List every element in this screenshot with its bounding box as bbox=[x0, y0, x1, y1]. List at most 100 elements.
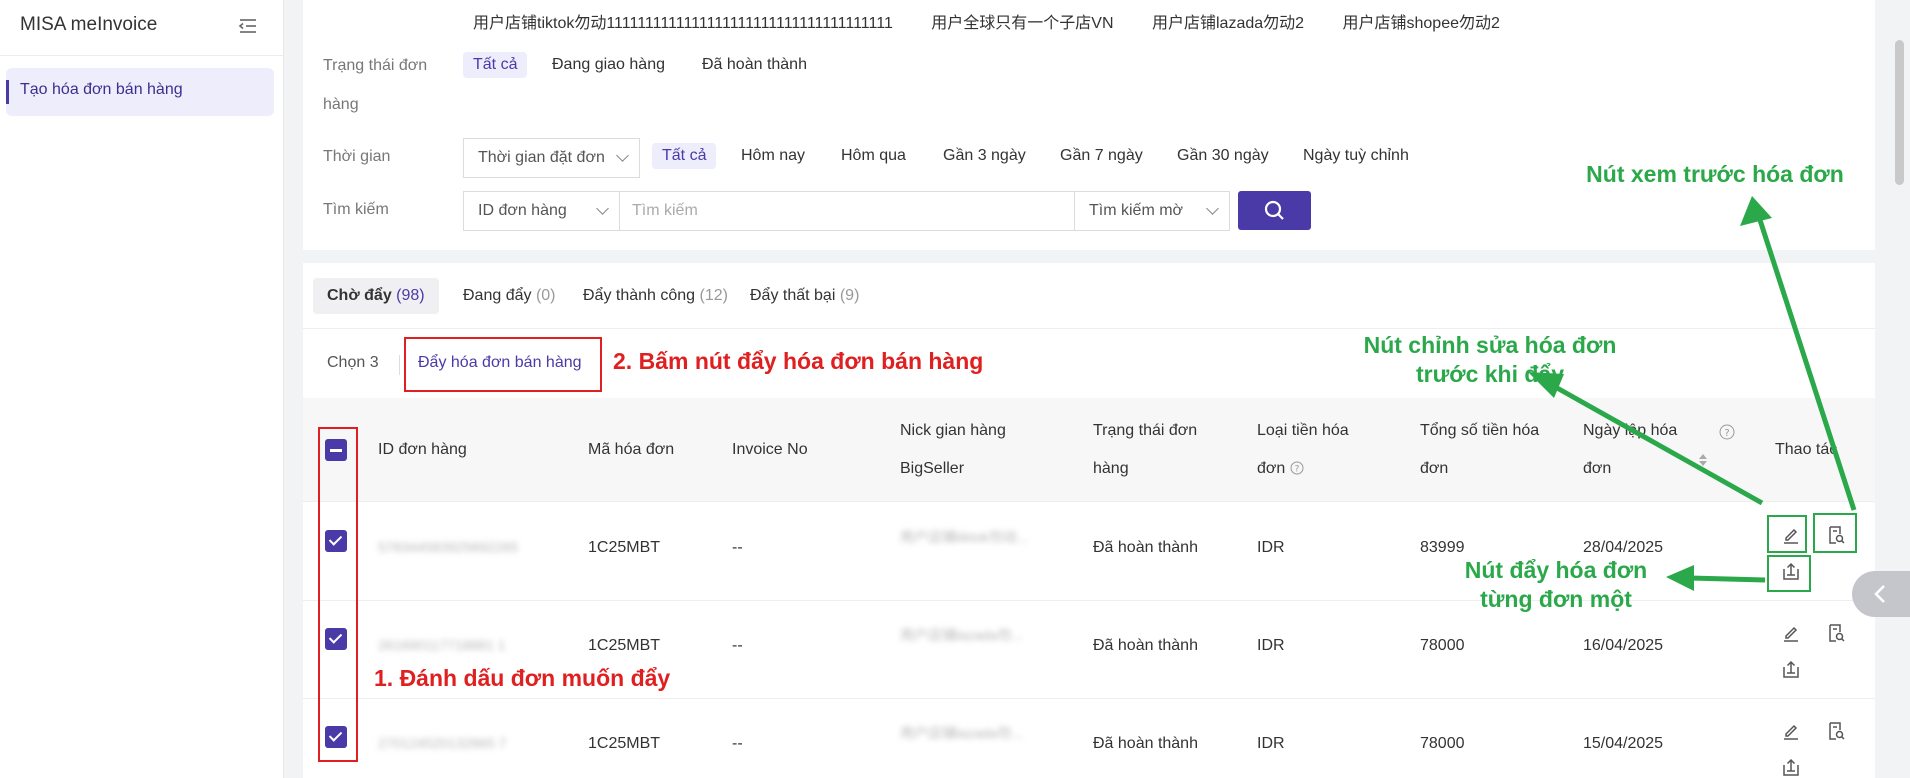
tab-count: (0) bbox=[535, 287, 556, 304]
col-currency-line2: đơn bbox=[1257, 460, 1286, 477]
tab-success[interactable]: Đẩy thành công (12) bbox=[569, 278, 742, 314]
tab-pushing[interactable]: Đang đẩy (0) bbox=[449, 278, 570, 314]
tab-label: Đang đẩy bbox=[463, 287, 532, 304]
search-field-select[interactable]: ID đơn hàng bbox=[463, 191, 620, 231]
tab-failed[interactable]: Đẩy thất bại (9) bbox=[736, 278, 873, 314]
invoice-total: 83999 bbox=[1420, 539, 1465, 556]
push-single-icon[interactable] bbox=[1780, 756, 1802, 778]
help-icon[interactable]: ? bbox=[1719, 424, 1735, 440]
col-status-line2: hàng bbox=[1093, 460, 1129, 477]
time-option-7days[interactable]: Gần 7 ngày bbox=[1050, 143, 1153, 169]
search-mode-select[interactable]: Tìm kiếm mờ bbox=[1074, 191, 1230, 231]
search-input[interactable]: Tìm kiếm bbox=[619, 191, 1075, 231]
col-invoice-no: Invoice No bbox=[732, 441, 808, 458]
col-total-line1: Tổng số tiền hóa bbox=[1420, 422, 1540, 439]
help-icon[interactable]: ? bbox=[1290, 461, 1304, 475]
col-date: Ngày lập hóa đơn bbox=[1583, 412, 1677, 488]
sort-icon[interactable] bbox=[1698, 452, 1708, 468]
shop-nick: 用户店铺lazada勿... bbox=[900, 725, 1023, 741]
col-nick: Nick gian hàng BigSeller bbox=[900, 412, 1006, 488]
status-filter-label: Trạng thái đơn bbox=[323, 57, 428, 74]
status-tabs: Chờ đẩy (98) Đang đẩy (0) Đẩy thành công… bbox=[303, 263, 1875, 329]
svg-text:?: ? bbox=[1724, 428, 1729, 439]
col-invoice-code: Mã hóa đơn bbox=[588, 441, 675, 458]
edit-icon[interactable] bbox=[1780, 622, 1802, 644]
annotation-push-single-highlight bbox=[1767, 555, 1811, 592]
invoice-total: 78000 bbox=[1420, 637, 1465, 654]
col-currency-line1: Loại tiền hóa bbox=[1257, 422, 1349, 439]
tab-count: (98) bbox=[396, 287, 425, 304]
invoice-code: 1C25MBT bbox=[588, 735, 661, 752]
col-date-line1: Ngày lập hóa bbox=[1583, 422, 1678, 439]
shop-chip[interactable]: 用户店铺shopee勿动2 bbox=[1343, 15, 1500, 32]
time-option-all[interactable]: Tất cả bbox=[652, 143, 717, 169]
tab-label: Đẩy thành công bbox=[583, 287, 696, 304]
col-nick-line2: BigSeller bbox=[900, 460, 965, 477]
chevron-left-icon bbox=[1874, 585, 1885, 603]
tab-waiting[interactable]: Chờ đẩy (98) bbox=[313, 278, 439, 314]
shop-chip[interactable]: 用户店铺tiktok勿动1111111111111111111111111111… bbox=[473, 15, 893, 32]
filter-panel: 用户店铺tiktok勿动1111111111111111111111111111… bbox=[303, 0, 1875, 250]
collapse-menu-icon[interactable] bbox=[234, 14, 262, 38]
annotation-step2: 2. Bấm nút đẩy hóa đơn bán hàng bbox=[613, 348, 984, 374]
currency: IDR bbox=[1257, 735, 1285, 752]
chevron-down-icon bbox=[616, 149, 629, 162]
preview-icon[interactable] bbox=[1825, 622, 1847, 644]
annotation-push-single-line1: Nút đẩy hóa đơn bbox=[1464, 557, 1648, 583]
col-currency: Loại tiền hóa đơn ? bbox=[1257, 412, 1349, 488]
sidebar: MISA meInvoice Tạo hóa đơn bán hàng bbox=[0, 0, 284, 778]
annotation-push-single-note: Nút đẩy hóa đơn từng đơn một bbox=[1406, 556, 1706, 614]
invoice-date: 28/04/2025 bbox=[1583, 539, 1664, 556]
time-option-yesterday[interactable]: Hôm qua bbox=[831, 143, 916, 169]
order-id: 270124520132865 7 bbox=[378, 735, 507, 751]
tab-count: (12) bbox=[699, 287, 728, 304]
status-option-all[interactable]: Tất cả bbox=[463, 52, 528, 78]
side-panel-toggle[interactable] bbox=[1852, 571, 1910, 617]
annotation-push-button-highlight bbox=[404, 337, 602, 392]
time-option-today[interactable]: Hôm nay bbox=[731, 143, 815, 169]
order-id: 261690117718881 1 bbox=[378, 637, 506, 653]
search-button[interactable] bbox=[1238, 191, 1311, 230]
shop-chip[interactable]: 用户全球只有一个子店VN bbox=[931, 15, 1113, 32]
annotation-preview-highlight bbox=[1813, 513, 1857, 553]
col-order-id: ID đơn hàng bbox=[378, 441, 467, 458]
sidebar-divider bbox=[0, 55, 284, 56]
status-option-shipping[interactable]: Đang giao hàng bbox=[542, 52, 675, 78]
annotation-edit-note: Nút chỉnh sửa hóa đơn trước khi đẩy bbox=[1340, 331, 1640, 389]
divider bbox=[399, 355, 400, 375]
annotation-preview-note: Nút xem trước hóa đơn bbox=[1586, 161, 1844, 187]
shop-list: 用户店铺tiktok勿动1111111111111111111111111111… bbox=[473, 9, 1534, 33]
annotation-edit-line2: trước khi đẩy bbox=[1415, 361, 1565, 387]
sidebar-item-create-sales-invoice[interactable]: Tạo hóa đơn bán hàng bbox=[6, 68, 274, 116]
selected-count: Chọn 3 bbox=[327, 354, 379, 371]
brand-title: MISA meInvoice bbox=[20, 14, 158, 35]
col-nick-line1: Nick gian hàng bbox=[900, 422, 1006, 439]
edit-icon[interactable] bbox=[1780, 720, 1802, 742]
preview-icon[interactable] bbox=[1825, 720, 1847, 742]
invoice-code: 1C25MBT bbox=[588, 637, 661, 654]
chevron-down-icon bbox=[1206, 202, 1219, 215]
shop-chip[interactable]: 用户店铺lazada勿动2 bbox=[1152, 15, 1304, 32]
status-option-completed[interactable]: Đã hoàn thành bbox=[692, 52, 817, 78]
push-single-icon[interactable] bbox=[1780, 658, 1802, 680]
order-id: 578344583925892265 bbox=[378, 539, 519, 555]
col-actions: Thao tác bbox=[1775, 441, 1838, 458]
time-type-value: Thời gian đặt đơn bbox=[478, 149, 605, 166]
shop-nick: 用户店铺lazada勿... bbox=[900, 627, 1023, 643]
svg-text:?: ? bbox=[1294, 465, 1299, 475]
time-option-30days[interactable]: Gần 30 ngày bbox=[1167, 143, 1279, 169]
shop-nick: 用户店铺tiktok勿动... bbox=[900, 529, 1029, 545]
scrollbar-thumb[interactable] bbox=[1895, 40, 1904, 185]
invoice-date: 16/04/2025 bbox=[1583, 637, 1664, 654]
col-total-line2: đơn bbox=[1420, 460, 1449, 477]
tab-count: (9) bbox=[839, 287, 860, 304]
col-date-line2: đơn bbox=[1583, 460, 1612, 477]
time-option-custom[interactable]: Ngày tuỳ chỉnh bbox=[1293, 143, 1419, 169]
sidebar-item-label: Tạo hóa đơn bán hàng bbox=[20, 81, 183, 98]
table-header: ID đơn hàng Mã hóa đơn Invoice No Nick g… bbox=[303, 398, 1875, 502]
status-filter-label-cont: hàng bbox=[323, 96, 359, 113]
annotation-checkbox-highlight bbox=[318, 427, 358, 762]
time-option-3days[interactable]: Gần 3 ngày bbox=[933, 143, 1036, 169]
invoice-date: 15/04/2025 bbox=[1583, 735, 1664, 752]
time-type-select[interactable]: Thời gian đặt đơn bbox=[463, 138, 640, 178]
